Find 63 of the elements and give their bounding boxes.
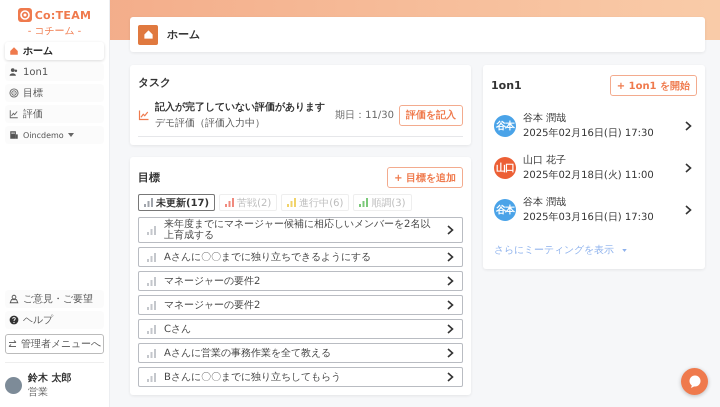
line-chart-icon: [9, 109, 19, 119]
avatar-badge: 谷本: [494, 198, 516, 220]
chevron-right-icon: [447, 324, 454, 334]
goal-row[interactable]: 来年度までにマネージャー候補に相応しいメンバーを2名以上育成する: [138, 217, 463, 243]
task-title: 記入が完了していない評価があります: [155, 100, 326, 114]
nav-item[interactable]: 目標: [5, 84, 104, 102]
target-icon: [9, 88, 19, 98]
user-name: 鈴木 太郎: [28, 371, 72, 385]
logo-text: Co:TEAM: [34, 8, 92, 22]
bar-signal-icon: [147, 348, 156, 358]
line-chart-icon: [138, 109, 150, 121]
bar-signal-icon: [147, 324, 156, 334]
home-icon: [138, 24, 158, 44]
person-outline-icon: [9, 294, 19, 304]
bar-signal-icon: [147, 252, 156, 262]
nav-item[interactable]: ヘルプ: [5, 311, 104, 329]
goal-row[interactable]: Aさんに営業の事務作業を全て教える: [138, 343, 463, 363]
user-role: 営業: [28, 386, 49, 399]
task-subtitle: デモ評価（評価入力中）: [155, 116, 266, 130]
chevron-right-icon: [447, 252, 454, 262]
due-date: 期日：11/30: [335, 108, 394, 122]
admin-menu-button[interactable]: 管理者メニューへ: [5, 334, 104, 354]
nav-item[interactable]: 評価: [5, 105, 104, 123]
workspace-dropdown[interactable]: Oincdemo: [5, 126, 104, 144]
page-title: ホーム: [167, 27, 200, 42]
goal-row[interactable]: Aさんに〇〇までに独り立ちできるようにする: [138, 247, 463, 267]
chevron-right-icon: [685, 162, 692, 172]
avatar-badge: 谷本: [494, 114, 516, 136]
nav-item[interactable]: 1on1: [5, 63, 104, 81]
logo-icon: [18, 8, 32, 22]
filter-tab[interactable]: 未更新(17): [138, 194, 216, 211]
nav-item[interactable]: ご意見・ご要望: [5, 290, 104, 308]
bar-signal-icon: [147, 372, 156, 382]
caret-down-icon: [68, 133, 74, 137]
goal-row[interactable]: Cさん: [138, 319, 463, 339]
section-title: タスク: [138, 75, 172, 90]
bar-signal-icon: [147, 300, 156, 310]
chat-help-button[interactable]: [681, 368, 708, 395]
section-title: 1on1: [491, 79, 522, 92]
chevron-right-icon: [447, 225, 454, 235]
help-icon: [9, 315, 19, 325]
chevron-right-icon: [685, 204, 692, 214]
home-icon: [9, 46, 19, 56]
bar-signal-icon: [147, 226, 156, 234]
person-icon: [9, 67, 19, 77]
section-title: 目標: [138, 170, 160, 185]
logo-tagline: - コチーム -: [28, 25, 82, 38]
chevron-right-icon: [685, 120, 692, 130]
avatar-badge: 山口: [494, 156, 516, 178]
swap-arrows-icon: [8, 340, 17, 348]
chat-bubble-icon: [688, 374, 702, 388]
goal-row[interactable]: Bさんに〇〇までに独り立ちしてもらう: [138, 367, 463, 387]
avatar-placeholder: [5, 376, 22, 394]
chevron-right-icon: [447, 276, 454, 286]
building-icon: [9, 130, 19, 140]
caret-down-icon: [622, 248, 627, 252]
goal-row[interactable]: マネージャーの要件2: [138, 271, 463, 291]
nav-item[interactable]: ホーム: [5, 42, 104, 60]
bar-signal-icon: [147, 276, 156, 286]
goal-row[interactable]: マネージャーの要件2: [138, 295, 463, 315]
chevron-right-icon: [447, 348, 454, 358]
chevron-right-icon: [447, 372, 454, 382]
chevron-right-icon: [447, 300, 454, 310]
